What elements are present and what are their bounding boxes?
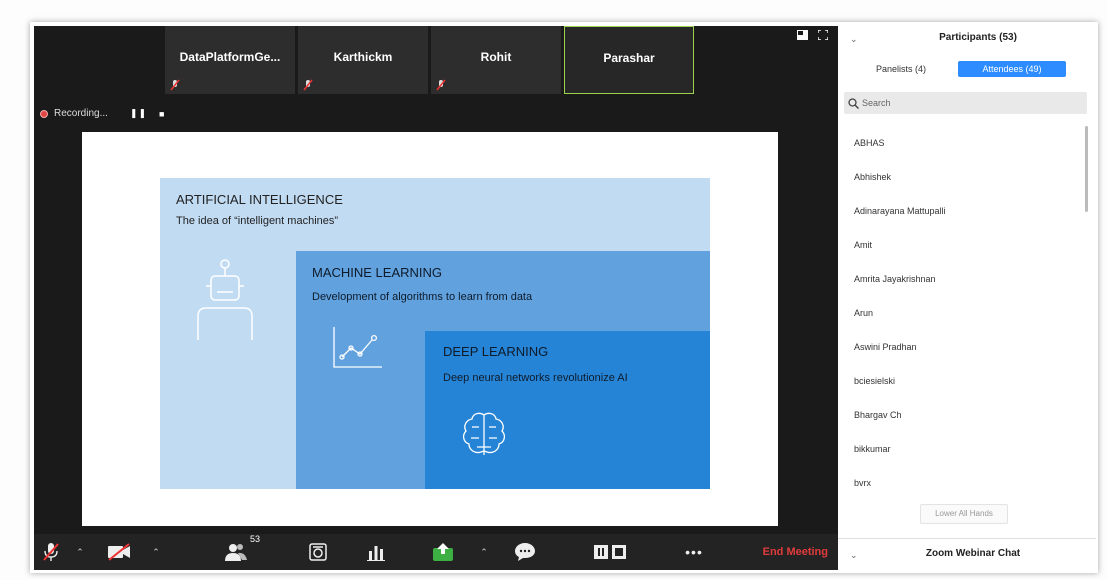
tab-attendees[interactable]: Attendees (49) [958, 61, 1067, 77]
attendee-row[interactable]: Abhishek [838, 160, 1083, 194]
polls-button[interactable] [364, 538, 388, 566]
brain-icon [462, 412, 506, 455]
qa-button[interactable] [306, 538, 330, 566]
meeting-toolbar: ⌃ ⌃ 53 ⌃ ••• End Meeting [34, 534, 838, 570]
video-off-icon [108, 543, 130, 561]
attendee-row[interactable]: Aswini Pradhan [838, 330, 1083, 364]
video-area: DataPlatformGe... Karthickm Rohit Parash… [34, 26, 838, 570]
chart-icon [333, 327, 382, 368]
attendee-row[interactable]: Amrita Jayakrishnan [838, 262, 1083, 296]
participants-icon [225, 544, 247, 561]
start-video-button[interactable] [104, 538, 134, 566]
search-icon [848, 97, 859, 109]
dl-subtitle: Deep neural networks revolutionize AI [443, 372, 628, 384]
stop-recording-icon[interactable]: ■ [159, 109, 165, 119]
chat-icon [515, 543, 535, 561]
fullscreen-icon[interactable] [818, 30, 828, 40]
attendee-list: ABHAS Abhishek Adinarayana Mattupalli Amit A… [838, 126, 1083, 500]
video-tile[interactable]: DataPlatformGe... [165, 26, 295, 94]
chat-title: Zoom Webinar Chat [925, 548, 1021, 559]
tile-name: Karthickm [333, 50, 393, 64]
tile-name: Rohit [480, 50, 512, 64]
mute-icon [43, 543, 59, 561]
qa-icon [309, 543, 327, 561]
more-button[interactable]: ••• [680, 538, 708, 566]
attendee-row[interactable]: Amit [838, 228, 1083, 262]
end-meeting-button[interactable]: End Meeting [763, 546, 828, 558]
ml-subtitle: Development of algorithms to learn from … [312, 291, 533, 303]
video-tile[interactable]: Rohit [431, 26, 561, 94]
collapse-chat-chevron-icon[interactable]: ⌄ [850, 550, 858, 561]
attendee-row[interactable]: bikkumar [838, 432, 1083, 466]
mic-muted-icon [436, 79, 446, 91]
share-screen-button[interactable] [430, 538, 456, 566]
participants-header: ⌄ Participants (53) [838, 26, 1096, 56]
unmute-button[interactable] [40, 538, 62, 566]
record-dot-icon [40, 109, 48, 118]
attendee-row[interactable]: bciesielski [838, 364, 1083, 398]
tile-name: Parashar [603, 51, 655, 65]
video-tiles: DataPlatformGe... Karthickm Rohit Parash… [165, 26, 697, 94]
share-screen-icon [433, 543, 453, 561]
search-input[interactable] [862, 98, 1062, 108]
share-options-caret[interactable]: ⌃ [478, 538, 490, 566]
attendee-list-scrollbar[interactable] [1085, 126, 1088, 212]
polls-icon [367, 546, 385, 561]
view-layout-icon[interactable] [797, 30, 808, 40]
participants-count-badge: 53 [249, 534, 260, 544]
attendee-row[interactable]: Adinarayana Mattupalli [838, 194, 1083, 228]
collapse-chevron-icon[interactable]: ⌄ [850, 34, 858, 45]
mic-muted-icon [170, 79, 180, 91]
pause-stop-recording-button[interactable] [590, 538, 630, 566]
mic-muted-icon [303, 79, 313, 91]
ai-title: ARTIFICIAL INTELLIGENCE [176, 192, 343, 207]
pause-recording-icon [594, 545, 626, 559]
attendee-row[interactable]: bvrx [838, 466, 1083, 500]
participants-button[interactable]: 53 [222, 534, 260, 566]
audio-options-caret[interactable]: ⌃ [74, 538, 86, 566]
participants-tabs: Panelists (4) Attendees (49) [866, 61, 1067, 77]
shared-slide: ARTIFICIAL INTELLIGENCE The idea of “int… [82, 132, 778, 526]
participants-title: Participants (53) [939, 32, 1017, 43]
ai-box: ARTIFICIAL INTELLIGENCE The idea of “int… [160, 178, 710, 489]
dl-box: DEEP LEARNING Deep neural networks revol… [425, 331, 710, 489]
video-tile-active-speaker[interactable]: Parashar [564, 26, 694, 94]
zoom-webinar-window: DataPlatformGe... Karthickm Rohit Parash… [0, 0, 1107, 580]
robot-icon [197, 259, 253, 340]
attendee-row[interactable]: Bhargav Ch [838, 398, 1083, 432]
pause-recording-icon[interactable]: ❚❚ [130, 108, 147, 119]
ml-box: MACHINE LEARNING Development of algorith… [296, 251, 710, 489]
recording-indicator: Recording... ❚❚ ■ [40, 108, 165, 119]
ai-subtitle: The idea of “intelligent machines” [176, 215, 339, 227]
tile-name: DataPlatformGe... [179, 50, 281, 64]
attendee-row[interactable]: ABHAS [838, 126, 1083, 160]
window-controls [797, 30, 828, 40]
video-tile[interactable]: Karthickm [298, 26, 428, 94]
participants-panel: ⌄ Participants (53) Panelists (4) Attend… [838, 26, 1096, 570]
lower-all-hands-button[interactable]: Lower All Hands [920, 504, 1008, 524]
participant-search [844, 92, 1087, 114]
chat-button[interactable] [512, 538, 538, 566]
chat-header: ⌄ Zoom Webinar Chat [838, 538, 1096, 570]
dl-title: DEEP LEARNING [443, 344, 549, 359]
video-options-caret[interactable]: ⌃ [150, 538, 162, 566]
tab-panelists[interactable]: Panelists (4) [866, 61, 936, 77]
attendee-row[interactable]: Arun [838, 296, 1083, 330]
more-icon: ••• [685, 544, 703, 560]
ml-title: MACHINE LEARNING [312, 265, 443, 280]
recording-label: Recording... [54, 108, 108, 119]
